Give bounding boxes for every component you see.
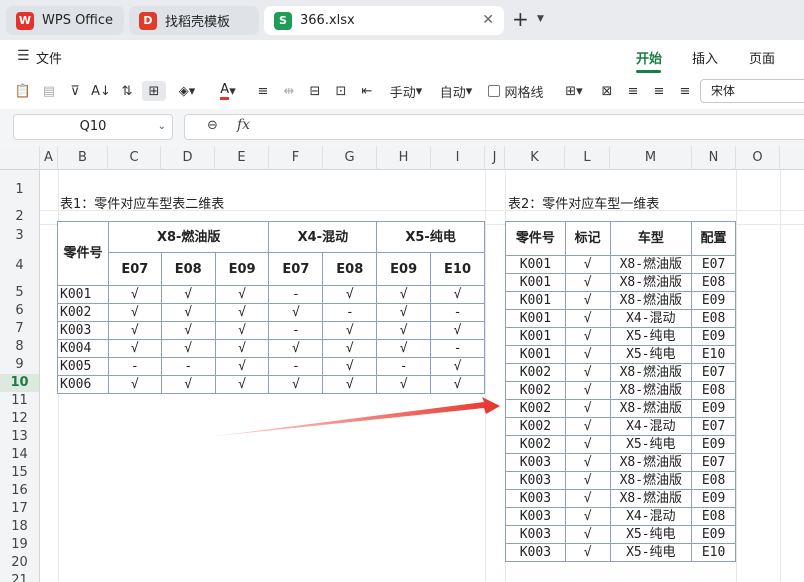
tab-label: WPS Office (42, 13, 114, 28)
clear-format-icon[interactable]: ⊠ (598, 81, 616, 101)
chevron-down-icon[interactable]: ▼ (537, 14, 544, 24)
auto-dropdown[interactable]: 自动 ▾ (435, 81, 477, 101)
sort-descending-icon[interactable]: ⇅ (118, 81, 136, 101)
chevron-down-icon[interactable]: ⌄ (158, 115, 166, 139)
spreadsheet-logo-icon: S (274, 11, 292, 30)
menu-tab-home[interactable]: 开始 (636, 48, 662, 67)
docer-logo-icon: D (139, 11, 157, 30)
manual-label: 手动 (389, 85, 416, 101)
auto-label: 自动 (439, 85, 466, 101)
gridlines-label: 网格线 (504, 85, 544, 101)
tab-bar: W WPS Office D 找稻壳模板 S 366.xlsx ✕ + ▼ (0, 0, 804, 40)
zoom-icon[interactable]: ⊖ (207, 118, 218, 133)
format-painter-icon[interactable]: ▤ (40, 81, 58, 101)
font-color-icon[interactable]: A ▾ (212, 81, 244, 101)
spreadsheet-grid[interactable]: A B C D E F G H I J K L M N O 1 2 3 4 5 … (0, 146, 804, 582)
wrap-icon[interactable]: ⊟ (306, 81, 324, 101)
tab-spreadsheet[interactable]: S 366.xlsx ✕ (264, 6, 504, 35)
hamburger-menu-icon[interactable]: ☰ (17, 48, 30, 64)
wps-logo-icon: W (16, 11, 34, 30)
ribbon-toolbar: 📋 ▤ ⊽ A↓ ⇅ ⊞ ◈▾ A ▾ ≡ ⇹ ⊟ ⊡ ⇤ 手动 ▾ 自动 ▾ 网格线… (0, 73, 804, 109)
manual-dropdown[interactable]: 手动 ▾ (385, 81, 427, 101)
menu-tab-insert[interactable]: 插入 (692, 48, 718, 67)
menu-file[interactable]: 文件 (36, 48, 62, 67)
name-box[interactable]: Q10 ⌄ (13, 114, 173, 140)
formula-bar: Q10 ⌄ ⊖ fx (0, 109, 804, 146)
insert-icon[interactable]: ⇤ (358, 81, 376, 101)
tab-wps-office[interactable]: W WPS Office (6, 6, 124, 35)
align-icon[interactable]: ≡ (254, 81, 272, 101)
table-style-icon[interactable]: ⊞▾ (560, 81, 588, 101)
gridlines-toggle[interactable]: 网格线 (487, 81, 545, 101)
borders-icon[interactable]: ⊞ (142, 81, 166, 101)
cell-reference: Q10 (79, 119, 107, 134)
tab-template[interactable]: D 找稻壳模板 (129, 6, 259, 35)
filter-icon[interactable]: ⊽ (66, 81, 84, 101)
paste-icon[interactable]: 📋 (14, 81, 32, 101)
font-family-select[interactable]: 宋体 (700, 79, 804, 103)
fill-color-icon[interactable]: ◈▾ (172, 81, 202, 101)
merge-icon[interactable]: ⇹ (280, 81, 298, 101)
tab-label: 找稻壳模板 (165, 15, 231, 30)
new-tab-plus-icon[interactable]: + (512, 9, 529, 29)
menu-bar: ☰ 文件 开始 插入 页面 (0, 40, 804, 73)
red-arrow-icon (208, 397, 500, 437)
menu-tab-page[interactable]: 页面 (749, 48, 775, 67)
formula-input[interactable]: ⊖ fx (184, 114, 804, 140)
freeze-icon[interactable]: ⊡ (332, 81, 350, 101)
align-left-icon[interactable]: ≡ (624, 81, 642, 101)
close-icon[interactable]: ✕ (482, 12, 494, 28)
tab-label: 366.xlsx (300, 13, 355, 28)
align-right-icon[interactable]: ≡ (676, 81, 694, 101)
gridlines-checkbox[interactable] (488, 85, 501, 97)
function-icon[interactable]: fx (237, 117, 250, 133)
align-center-icon[interactable]: ≡ (650, 81, 668, 101)
sort-ascending-icon[interactable]: A↓ (91, 81, 111, 101)
